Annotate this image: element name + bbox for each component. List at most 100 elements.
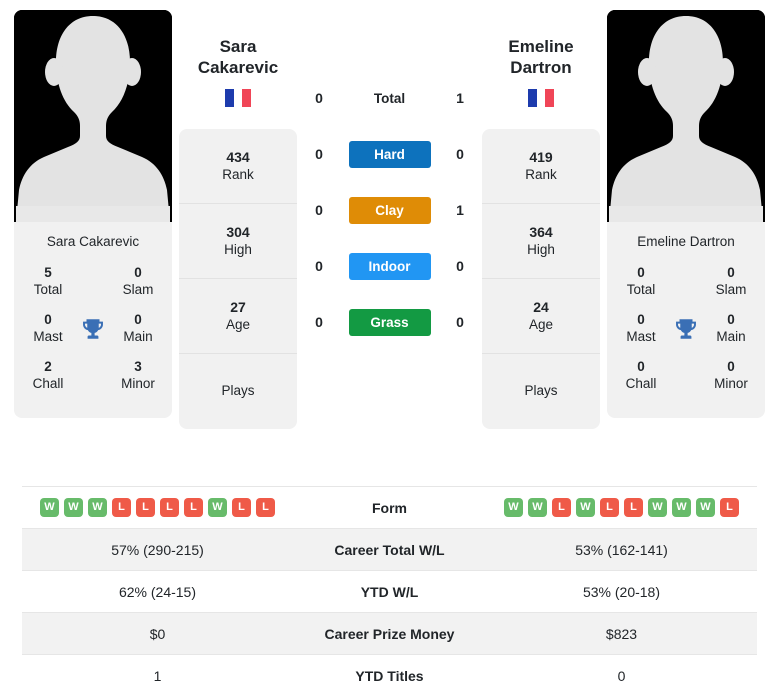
comparison-table-area: WWWLLLLWLL Form WWLWLLWWWL 57% (290-215)… <box>0 486 779 696</box>
left-titles-main-label: Main <box>123 328 153 344</box>
left-player-card[interactable]: Sara Cakarevic 5 Total 0 Slam 0 Mast 0 M… <box>14 10 172 419</box>
table-row-ytd-wl: 62% (24-15) YTD W/L 53% (20-18) <box>22 570 757 613</box>
left-form-badge: L <box>256 498 275 517</box>
surface-label-grass[interactable]: Grass <box>348 308 431 336</box>
left-titles-mast-value: 0 <box>44 311 52 327</box>
surface-row-total: 0 Total 1 <box>302 70 477 126</box>
left-titles-total-value: 5 <box>44 265 52 281</box>
flag-band-blue <box>528 88 537 107</box>
right-player-name[interactable]: Emeline Dartron <box>484 36 599 79</box>
flag-band-red <box>545 88 554 107</box>
surface-row-hard: 0 Hard 0 <box>302 126 477 182</box>
right-player-name-line1: Emeline <box>508 37 574 56</box>
left-player-photo <box>14 10 172 222</box>
table-row-career-total-wl: 57% (290-215) Career Total W/L 53% (162-… <box>22 528 757 571</box>
right-player-titles: 0 Total 0 Slam 0 Mast 0 Main 0 Chall 0 M… <box>607 260 765 418</box>
left-form-badge: L <box>112 498 131 517</box>
right-titles-mast: 0 Mast <box>613 312 669 346</box>
right-player-photo <box>607 10 765 222</box>
flag-band-red <box>242 88 251 107</box>
left-h2h-clay: 0 <box>315 202 323 218</box>
surface-row-clay: 0 Clay 1 <box>302 182 477 238</box>
right-player-photo-caption: Emeline Dartron <box>637 234 735 249</box>
left-stat-age-label: Age <box>225 316 251 332</box>
player-silhouette-icon <box>14 10 172 222</box>
left-stat-rank-label: Rank <box>222 166 254 182</box>
row-label-career-prize-money: Career Prize Money <box>324 625 455 642</box>
left-form-badge: W <box>88 498 107 517</box>
left-h2h-indoor: 0 <box>315 258 323 274</box>
surface-label-hard[interactable]: Hard <box>348 140 431 168</box>
left-form-badge: L <box>184 498 203 517</box>
left-stat-rank: 434 Rank <box>179 129 297 204</box>
surface-label-indoor[interactable]: Indoor <box>348 252 431 280</box>
right-career-prize-money: $823 <box>605 625 638 642</box>
left-player-name[interactable]: Sara Cakarevic <box>181 36 296 79</box>
trophy-icon <box>83 319 103 339</box>
left-titles-minor-value: 3 <box>134 358 142 374</box>
left-titles-total: 5 Total <box>20 265 76 299</box>
trophy-icon <box>676 319 696 339</box>
right-h2h-total: 1 <box>456 90 464 106</box>
france-flag-icon <box>225 88 251 107</box>
left-form-cell: WWWLLLLWLL <box>22 487 293 529</box>
right-titles-slam: 0 Slam <box>703 265 759 299</box>
left-form-badge: W <box>208 498 227 517</box>
row-label-ytd-wl: YTD W/L <box>360 583 419 600</box>
flag-band-blue <box>225 88 234 107</box>
right-stat-plays-label: Plays <box>524 383 558 399</box>
france-flag-icon <box>528 88 554 107</box>
left-ytd-titles: 1 <box>153 667 162 684</box>
left-player-photo-column: Sara Cakarevic 5 Total 0 Slam 0 Mast 0 M… <box>8 10 178 419</box>
right-form-cell: WWLWLLWWWL <box>486 487 757 529</box>
titles-row-total-slam: 5 Total 0 Slam <box>14 262 172 309</box>
left-titles-slam-value: 0 <box>134 265 142 281</box>
row-label-form: Form <box>372 499 407 516</box>
left-stat-rank-value: 434 <box>226 148 250 165</box>
right-career-total-wl: 53% (162-141) <box>575 541 668 558</box>
left-player-titles: 5 Total 0 Slam 0 Mast 0 Main 2 Chall 3 M… <box>14 260 172 418</box>
right-player-card[interactable]: Emeline Dartron 0 Total 0 Slam 0 Mast 0 … <box>607 10 765 419</box>
left-career-total-wl: 57% (290-215) <box>111 541 204 558</box>
right-stat-rank-value: 419 <box>529 148 553 165</box>
left-stat-age: 27 Age <box>179 279 297 354</box>
left-stat-high-value: 304 <box>226 223 250 240</box>
head-to-head-surfaces: 0 Total 1 0 Hard 0 0 Clay 1 0 Indoor 0 0 <box>298 10 481 350</box>
titles-row-total-slam: 0 Total 0 Slam <box>607 262 765 309</box>
titles-row-chall-minor: 2 Chall 3 Minor <box>14 356 172 403</box>
right-titles-minor-value: 0 <box>727 358 735 374</box>
left-titles-chall-value: 2 <box>44 358 52 374</box>
right-titles-minor-label: Minor <box>714 375 748 391</box>
right-form-badge: L <box>552 498 571 517</box>
left-career-prize-money: $0 <box>149 625 166 642</box>
surface-label-total: Total <box>373 90 406 106</box>
left-player-name-line2: Cakarevic <box>197 58 279 78</box>
table-row-form: WWWLLLLWLL Form WWLWLLWWWL <box>22 486 757 529</box>
right-ytd-wl: 53% (20-18) <box>582 583 661 600</box>
left-titles-chall-label: Chall <box>32 375 64 391</box>
right-titles-chall: 0 Chall <box>613 359 669 393</box>
right-player-name-line2: Dartron <box>510 58 572 78</box>
left-h2h-total: 0 <box>315 90 323 106</box>
left-titles-slam-label: Slam <box>122 282 154 298</box>
table-row-ytd-titles: 1 YTD Titles 0 <box>22 654 757 697</box>
surface-label-clay[interactable]: Clay <box>348 196 431 224</box>
left-form-badges: WWWLLLLWLL <box>26 498 289 517</box>
right-titles-slam-label: Slam <box>715 282 747 298</box>
right-form-badge: W <box>696 498 715 517</box>
left-player-stats: 434 Rank 304 High 27 Age Plays <box>179 128 297 429</box>
right-h2h-indoor: 0 <box>456 258 464 274</box>
left-form-badge: W <box>64 498 83 517</box>
right-form-badge: W <box>528 498 547 517</box>
left-titles-mast-label: Mast <box>33 328 63 344</box>
right-stat-age-value: 24 <box>533 298 549 315</box>
right-titles-total-label: Total <box>626 282 656 298</box>
left-titles-total-label: Total <box>33 282 63 298</box>
left-stat-high-label: High <box>224 241 252 257</box>
player-silhouette-icon <box>607 10 765 222</box>
left-form-badge: L <box>136 498 155 517</box>
table-row-career-prize-money: $0 Career Prize Money $823 <box>22 612 757 655</box>
left-h2h-hard: 0 <box>315 146 323 162</box>
right-titles-minor: 0 Minor <box>703 359 759 393</box>
titles-row-mast-main: 0 Mast 0 Main <box>607 309 765 356</box>
